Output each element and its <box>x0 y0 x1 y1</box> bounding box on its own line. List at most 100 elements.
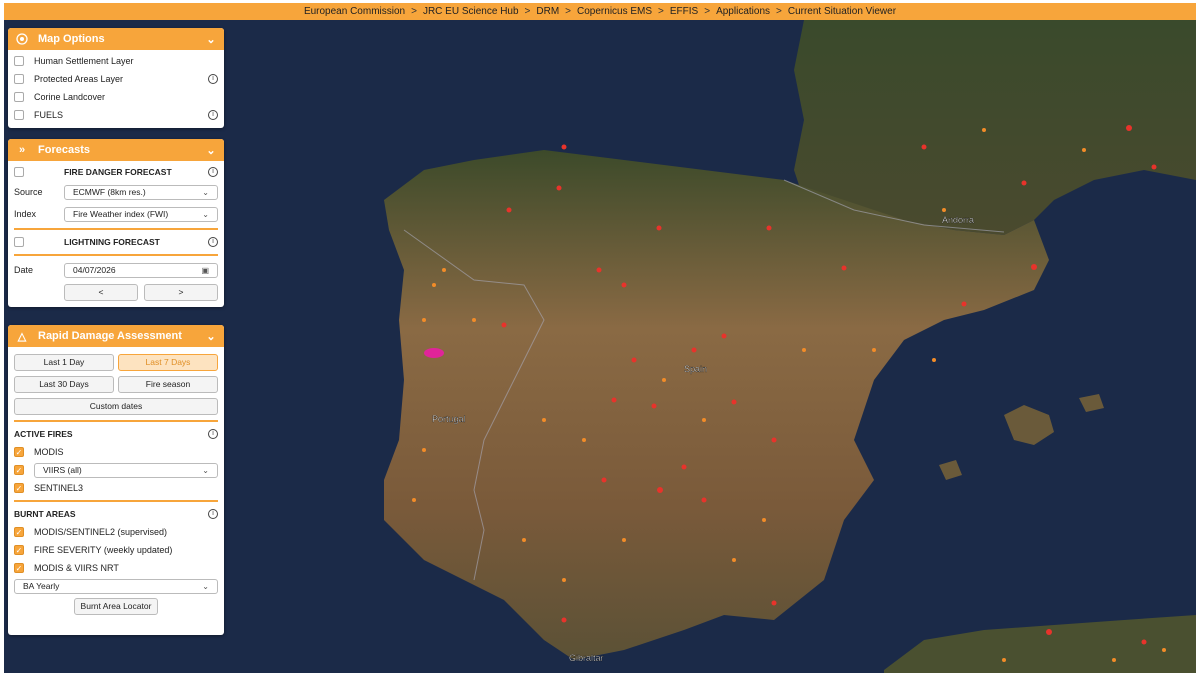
checkbox[interactable] <box>14 110 24 120</box>
source-value: ECMWF (8km res.) <box>73 187 146 197</box>
viirs-select[interactable]: VIIRS (all) ⌄ <box>34 462 218 478</box>
date-row: Date 04/07/2026 ▣ <box>8 259 224 281</box>
calendar-icon[interactable]: ▣ <box>201 266 209 275</box>
date-input[interactable]: 04/07/2026 ▣ <box>64 262 218 278</box>
info-icon[interactable]: i <box>208 74 218 84</box>
forecasts-header[interactable]: » Forecasts ⌄ <box>8 139 224 161</box>
chevron-down-icon: ⌄ <box>202 465 209 475</box>
info-icon[interactable]: i <box>208 237 218 247</box>
breadcrumb-separator: > <box>704 6 711 17</box>
burnt-areas-header: BURNT AREAS i <box>8 505 224 523</box>
layer-protected-areas[interactable]: Protected Areas Layer i <box>8 70 224 88</box>
forecasts-panel: » Forecasts ⌄ FIRE DANGER FORECAST i Sou… <box>8 139 224 307</box>
checkbox[interactable] <box>14 92 24 102</box>
ba-select[interactable]: BA Yearly ⌄ <box>14 578 218 594</box>
checkbox-checked[interactable]: ✓ <box>14 563 24 573</box>
layer-corine-landcover[interactable]: Corine Landcover <box>8 88 224 106</box>
rapid-damage-header[interactable]: △ Rapid Damage Assessment ⌄ <box>8 325 224 347</box>
prev-date-button[interactable]: < <box>64 283 138 301</box>
checkbox-checked[interactable]: ✓ <box>14 545 24 555</box>
label-spain: Spain <box>684 364 707 374</box>
last-30-days-button[interactable]: Last 30 Days <box>14 375 114 393</box>
ba-value: BA Yearly <box>23 581 60 591</box>
viirs-row: ✓ VIIRS (all) ⌄ <box>8 461 224 479</box>
breadcrumb-bar: European Commission > JRC EU Science Hub >… <box>4 3 1196 20</box>
layer-fuels[interactable]: FUELS i <box>8 106 224 124</box>
checkbox-checked[interactable]: ✓ <box>14 527 24 537</box>
double-chevron-right-icon: » <box>18 144 26 156</box>
chevron-down-icon[interactable]: ⌄ <box>204 330 218 343</box>
locator-row: Burnt Area Locator <box>8 595 224 617</box>
modis-label: MODIS <box>34 447 64 457</box>
chevron-down-icon[interactable]: ⌄ <box>204 33 218 46</box>
forecasts-title: Forecasts <box>38 144 90 156</box>
breadcrumb-item[interactable]: DRM <box>536 6 559 17</box>
rapid-damage-title: Rapid Damage Assessment <box>38 330 182 342</box>
active-fires-label: ACTIVE FIRES <box>14 429 73 439</box>
chevron-down-icon: ⌄ <box>202 209 209 219</box>
fire-season-button[interactable]: Fire season <box>118 375 218 393</box>
label-gibraltar: Gibraltar <box>569 653 604 663</box>
last-1-day-button[interactable]: Last 1 Day <box>14 353 114 371</box>
index-select[interactable]: Fire Weather index (FWI) ⌄ <box>64 206 218 222</box>
chevron-down-icon: ⌄ <box>202 187 209 197</box>
divider <box>14 228 218 230</box>
checkbox[interactable] <box>14 237 24 247</box>
checkbox[interactable] <box>14 56 24 66</box>
source-select[interactable]: ECMWF (8km res.) ⌄ <box>64 184 218 200</box>
label-andorra: Andorra <box>942 215 974 225</box>
checkbox[interactable] <box>14 167 24 177</box>
index-row: Index Fire Weather index (FWI) ⌄ <box>8 203 224 225</box>
breadcrumb-item[interactable]: Copernicus EMS <box>577 6 652 17</box>
layer-label: Human Settlement Layer <box>34 56 134 66</box>
breadcrumb-item[interactable]: Applications <box>716 6 770 17</box>
checkbox-checked[interactable]: ✓ <box>14 483 24 493</box>
modis-row[interactable]: ✓ MODIS <box>8 443 224 461</box>
info-icon[interactable]: i <box>208 429 218 439</box>
next-date-button[interactable]: > <box>144 283 218 301</box>
custom-dates-button[interactable]: Custom dates <box>14 397 218 415</box>
map-options-title: Map Options <box>38 33 105 45</box>
layer-human-settlement[interactable]: Human Settlement Layer <box>8 52 224 70</box>
divider <box>14 500 218 502</box>
burnt-area-marker[interactable] <box>424 348 444 358</box>
lightning-forecast-row[interactable]: LIGHTNING FORECAST i <box>8 233 224 251</box>
lightning-label: LIGHTNING FORECAST <box>64 237 160 247</box>
map-options-panel: Map Options ⌄ Human Settlement Layer Pro… <box>8 28 224 128</box>
sentinel3-row[interactable]: ✓ SENTINEL3 <box>8 479 224 497</box>
info-icon[interactable]: i <box>208 167 218 177</box>
breadcrumb-item[interactable]: European Commission <box>304 6 405 17</box>
burnt-areas-label: BURNT AREAS <box>14 509 76 519</box>
fire-severity-label: FIRE SEVERITY (weekly updated) <box>34 545 173 555</box>
modis-viirs-nrt-row[interactable]: ✓ MODIS & VIIRS NRT <box>8 559 224 577</box>
modis-sentinel2-row[interactable]: ✓ MODIS/SENTINEL2 (supervised) <box>8 523 224 541</box>
layer-label: Protected Areas Layer <box>34 74 124 84</box>
fire-severity-row[interactable]: ✓ FIRE SEVERITY (weekly updated) <box>8 541 224 559</box>
breadcrumb-separator: > <box>565 6 572 17</box>
breadcrumb-item[interactable]: EFFIS <box>670 6 698 17</box>
checkbox-checked[interactable]: ✓ <box>14 447 24 457</box>
chevron-down-icon[interactable]: ⌄ <box>204 144 218 157</box>
date-label: Date <box>14 265 34 275</box>
source-label: Source <box>14 187 43 197</box>
breadcrumb-item[interactable]: Current Situation Viewer <box>788 6 896 17</box>
period-row-2: Last 30 Days Fire season <box>8 373 224 395</box>
checkbox-checked[interactable]: ✓ <box>14 465 24 475</box>
breadcrumb-item[interactable]: JRC EU Science Hub <box>423 6 519 17</box>
info-icon[interactable]: i <box>208 509 218 519</box>
last-7-days-button[interactable]: Last 7 Days <box>118 353 218 371</box>
fire-danger-label: FIRE DANGER FORECAST <box>64 167 172 177</box>
period-row-1: Last 1 Day Last 7 Days <box>8 351 224 373</box>
sentinel3-label: SENTINEL3 <box>34 483 84 493</box>
info-icon[interactable]: i <box>208 110 218 120</box>
rapid-damage-panel: △ Rapid Damage Assessment ⌄ Last 1 Day L… <box>8 325 224 635</box>
layer-label: FUELS <box>34 110 64 120</box>
chevron-down-icon: ⌄ <box>202 581 209 591</box>
divider <box>14 254 218 256</box>
source-row: Source ECMWF (8km res.) ⌄ <box>8 181 224 203</box>
map-options-header[interactable]: Map Options ⌄ <box>8 28 224 50</box>
checkbox[interactable] <box>14 74 24 84</box>
gear-icon <box>14 32 30 46</box>
burnt-area-locator-button[interactable]: Burnt Area Locator <box>73 597 159 615</box>
fire-danger-forecast-row[interactable]: FIRE DANGER FORECAST i <box>8 163 224 181</box>
